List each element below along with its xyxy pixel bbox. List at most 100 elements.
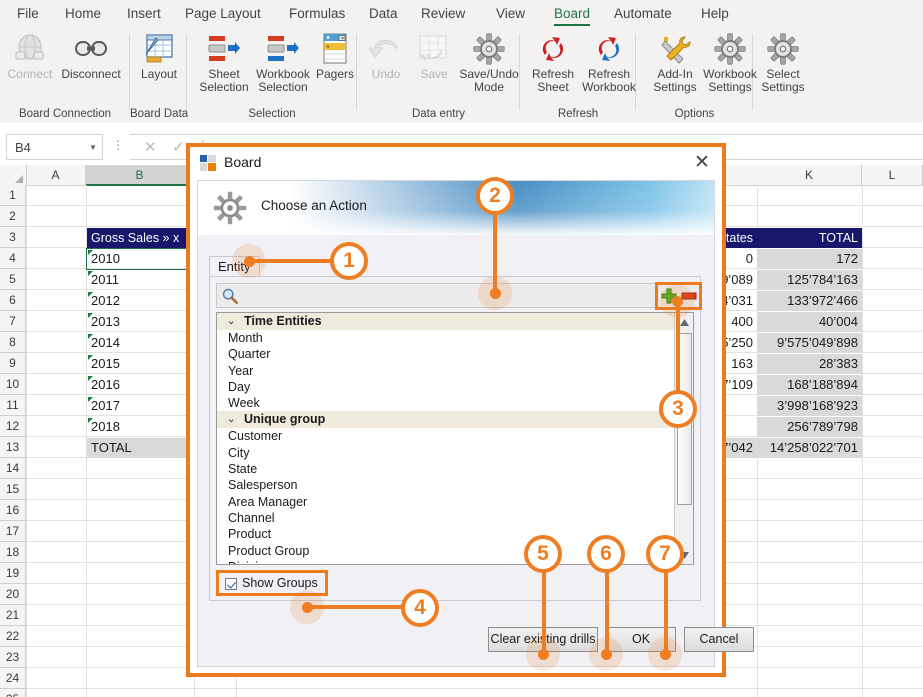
close-icon[interactable]: ✕ bbox=[144, 138, 157, 156]
ribbon-tab-page-layout[interactable]: Page Layout bbox=[176, 0, 270, 28]
list-item[interactable]: Quarter bbox=[217, 346, 674, 362]
row-header-16[interactable]: 16 bbox=[0, 500, 26, 521]
select-all-corner[interactable] bbox=[0, 165, 27, 185]
grid-cell[interactable]: 2018 bbox=[87, 417, 194, 437]
show-groups-checkbox[interactable] bbox=[225, 578, 237, 590]
ribbon-button-select-settings[interactable]: Select Settings bbox=[756, 32, 810, 94]
row-header-4[interactable]: 4 bbox=[0, 248, 26, 269]
grid-cell[interactable]: 2014 bbox=[87, 333, 194, 353]
list-item[interactable]: City bbox=[217, 445, 674, 461]
row-header-3[interactable]: 3 bbox=[0, 227, 26, 248]
row-header-15[interactable]: 15 bbox=[0, 479, 26, 500]
grid-cell[interactable]: 2013 bbox=[87, 312, 194, 332]
grid-cell[interactable]: 40’004 bbox=[757, 312, 862, 332]
row-header-1[interactable]: 1 bbox=[0, 185, 26, 206]
list-group-header[interactable]: ⌄ Time Entities bbox=[217, 313, 674, 330]
row-header-6[interactable]: 6 bbox=[0, 290, 26, 311]
column-header-K[interactable]: K bbox=[757, 165, 862, 185]
list-item[interactable]: Channel bbox=[217, 510, 674, 526]
row-header-24[interactable]: 24 bbox=[0, 668, 26, 689]
column-header-B[interactable]: B bbox=[86, 165, 194, 186]
ribbon-tab-automate[interactable]: Automate bbox=[605, 0, 681, 28]
row-header-2[interactable]: 2 bbox=[0, 206, 26, 227]
row-header-22[interactable]: 22 bbox=[0, 626, 26, 647]
ribbon-tab-help[interactable]: Help bbox=[692, 0, 738, 28]
row-header-19[interactable]: 19 bbox=[0, 563, 26, 584]
list-item[interactable]: State bbox=[217, 461, 674, 477]
grid-cell[interactable]: 168’188’894 bbox=[757, 375, 862, 395]
cancel-button[interactable]: Cancel bbox=[684, 627, 754, 652]
entity-list[interactable]: ⌄ Time Entities Month Quarter Year Day Week ⌄ Un… bbox=[216, 312, 694, 565]
entity-list-items[interactable]: ⌄ Time Entities Month Quarter Year Day Week ⌄ Un… bbox=[217, 313, 674, 564]
grid-cell[interactable]: TOTAL bbox=[87, 438, 194, 458]
chevron-down-icon[interactable]: ⌄ bbox=[227, 411, 235, 428]
ribbon-button-add-in-settings[interactable]: Add-In Settings bbox=[646, 32, 704, 94]
ribbon-tab-formulas[interactable]: Formulas bbox=[280, 0, 354, 28]
grid-cell[interactable]: 2012 bbox=[87, 291, 194, 311]
ribbon-button-workbook-selection[interactable]: Workbook Selection bbox=[252, 32, 314, 94]
search-bar[interactable] bbox=[216, 282, 702, 310]
ribbon-tab-file[interactable]: File bbox=[8, 0, 48, 28]
grid-cell[interactable]: 3’998’168’923 bbox=[757, 396, 862, 416]
ribbon-button-layout[interactable]: Layout bbox=[134, 32, 184, 81]
grid-cell[interactable]: 256’789’798 bbox=[757, 417, 862, 437]
ribbon-button-refresh-sheet[interactable]: Refresh Sheet bbox=[526, 32, 580, 94]
row-header-12[interactable]: 12 bbox=[0, 416, 26, 437]
row-header-25[interactable]: 25 bbox=[0, 689, 26, 697]
grid-cell[interactable]: 133’972’466 bbox=[757, 291, 862, 311]
grid-cell[interactable]: 2017 bbox=[87, 396, 194, 416]
row-header-7[interactable]: 7 bbox=[0, 311, 26, 332]
list-item[interactable]: Customer bbox=[217, 428, 674, 444]
ribbon-button-pagers[interactable]: Pagers bbox=[314, 32, 356, 81]
grid-cell[interactable]: 2011 bbox=[87, 270, 194, 290]
row-header-17[interactable]: 17 bbox=[0, 521, 26, 542]
board-dialog[interactable]: Board ✕ Choose an Action Entity ⌄ Time E… bbox=[186, 143, 754, 677]
list-item[interactable]: Week bbox=[217, 395, 674, 411]
list-item[interactable]: Year bbox=[217, 363, 674, 379]
row-header-20[interactable]: 20 bbox=[0, 584, 26, 605]
row-header-5[interactable]: 5 bbox=[0, 269, 26, 290]
row-header-10[interactable]: 10 bbox=[0, 374, 26, 395]
list-item[interactable]: Area Manager bbox=[217, 494, 674, 510]
ribbon-button-save-undo-mode[interactable]: Save/Undo Mode bbox=[458, 32, 520, 94]
grid-cell[interactable]: 9’575’049’898 bbox=[757, 333, 862, 353]
grid-cell[interactable]: 172 bbox=[757, 249, 862, 269]
grid-cell[interactable]: TOTAL bbox=[757, 228, 862, 248]
ribbon-tab-data[interactable]: Data bbox=[360, 0, 407, 28]
grid-cell[interactable]: 14’258’022’701 bbox=[757, 438, 862, 458]
name-box[interactable]: B4 ▼ bbox=[6, 134, 103, 160]
row-header-14[interactable]: 14 bbox=[0, 458, 26, 479]
list-item[interactable]: Day bbox=[217, 379, 674, 395]
grid-cell[interactable]: 125’784’163 bbox=[757, 270, 862, 290]
grid-cell[interactable]: Gross Sales » x bbox=[87, 228, 194, 248]
list-item[interactable]: Salesperson bbox=[217, 477, 674, 493]
ribbon-tab-board[interactable]: Board bbox=[545, 0, 599, 28]
column-header-A[interactable]: A bbox=[26, 165, 86, 185]
row-header-18[interactable]: 18 bbox=[0, 542, 26, 563]
column-header-L[interactable]: L bbox=[862, 165, 923, 185]
row-header-11[interactable]: 11 bbox=[0, 395, 26, 416]
grid-cell[interactable]: 2015 bbox=[87, 354, 194, 374]
ribbon-tab-home[interactable]: Home bbox=[56, 0, 110, 28]
row-header-21[interactable]: 21 bbox=[0, 605, 26, 626]
ribbon-button-workbook-settings[interactable]: Workbook Settings bbox=[700, 32, 760, 94]
chevron-down-icon[interactable]: ⌄ bbox=[227, 313, 235, 330]
row-header-13[interactable]: 13 bbox=[0, 437, 26, 458]
ribbon-tab-review[interactable]: Review bbox=[412, 0, 474, 28]
row-header-9[interactable]: 9 bbox=[0, 353, 26, 374]
ribbon-button-refresh-workbook[interactable]: Refresh Workbook bbox=[578, 32, 640, 94]
grid-cell[interactable]: 2016 bbox=[87, 375, 194, 395]
ribbon-button-sheet-selection[interactable]: Sheet Selection bbox=[196, 32, 252, 94]
ribbon-tab-insert[interactable]: Insert bbox=[118, 0, 170, 28]
search-input[interactable] bbox=[243, 284, 657, 309]
chevron-down-icon[interactable]: ▼ bbox=[84, 143, 102, 152]
row-header-8[interactable]: 8 bbox=[0, 332, 26, 353]
ribbon-button-disconnect[interactable]: Disconnect bbox=[56, 32, 126, 81]
grid-cell[interactable]: 28’383 bbox=[757, 354, 862, 374]
list-item[interactable]: Month bbox=[217, 330, 674, 346]
grid-row[interactable] bbox=[26, 689, 923, 697]
row-header-23[interactable]: 23 bbox=[0, 647, 26, 668]
ribbon-tab-view[interactable]: View bbox=[487, 0, 534, 28]
close-icon[interactable]: ✕ bbox=[690, 152, 714, 174]
check-icon[interactable]: ✓ bbox=[172, 138, 185, 156]
